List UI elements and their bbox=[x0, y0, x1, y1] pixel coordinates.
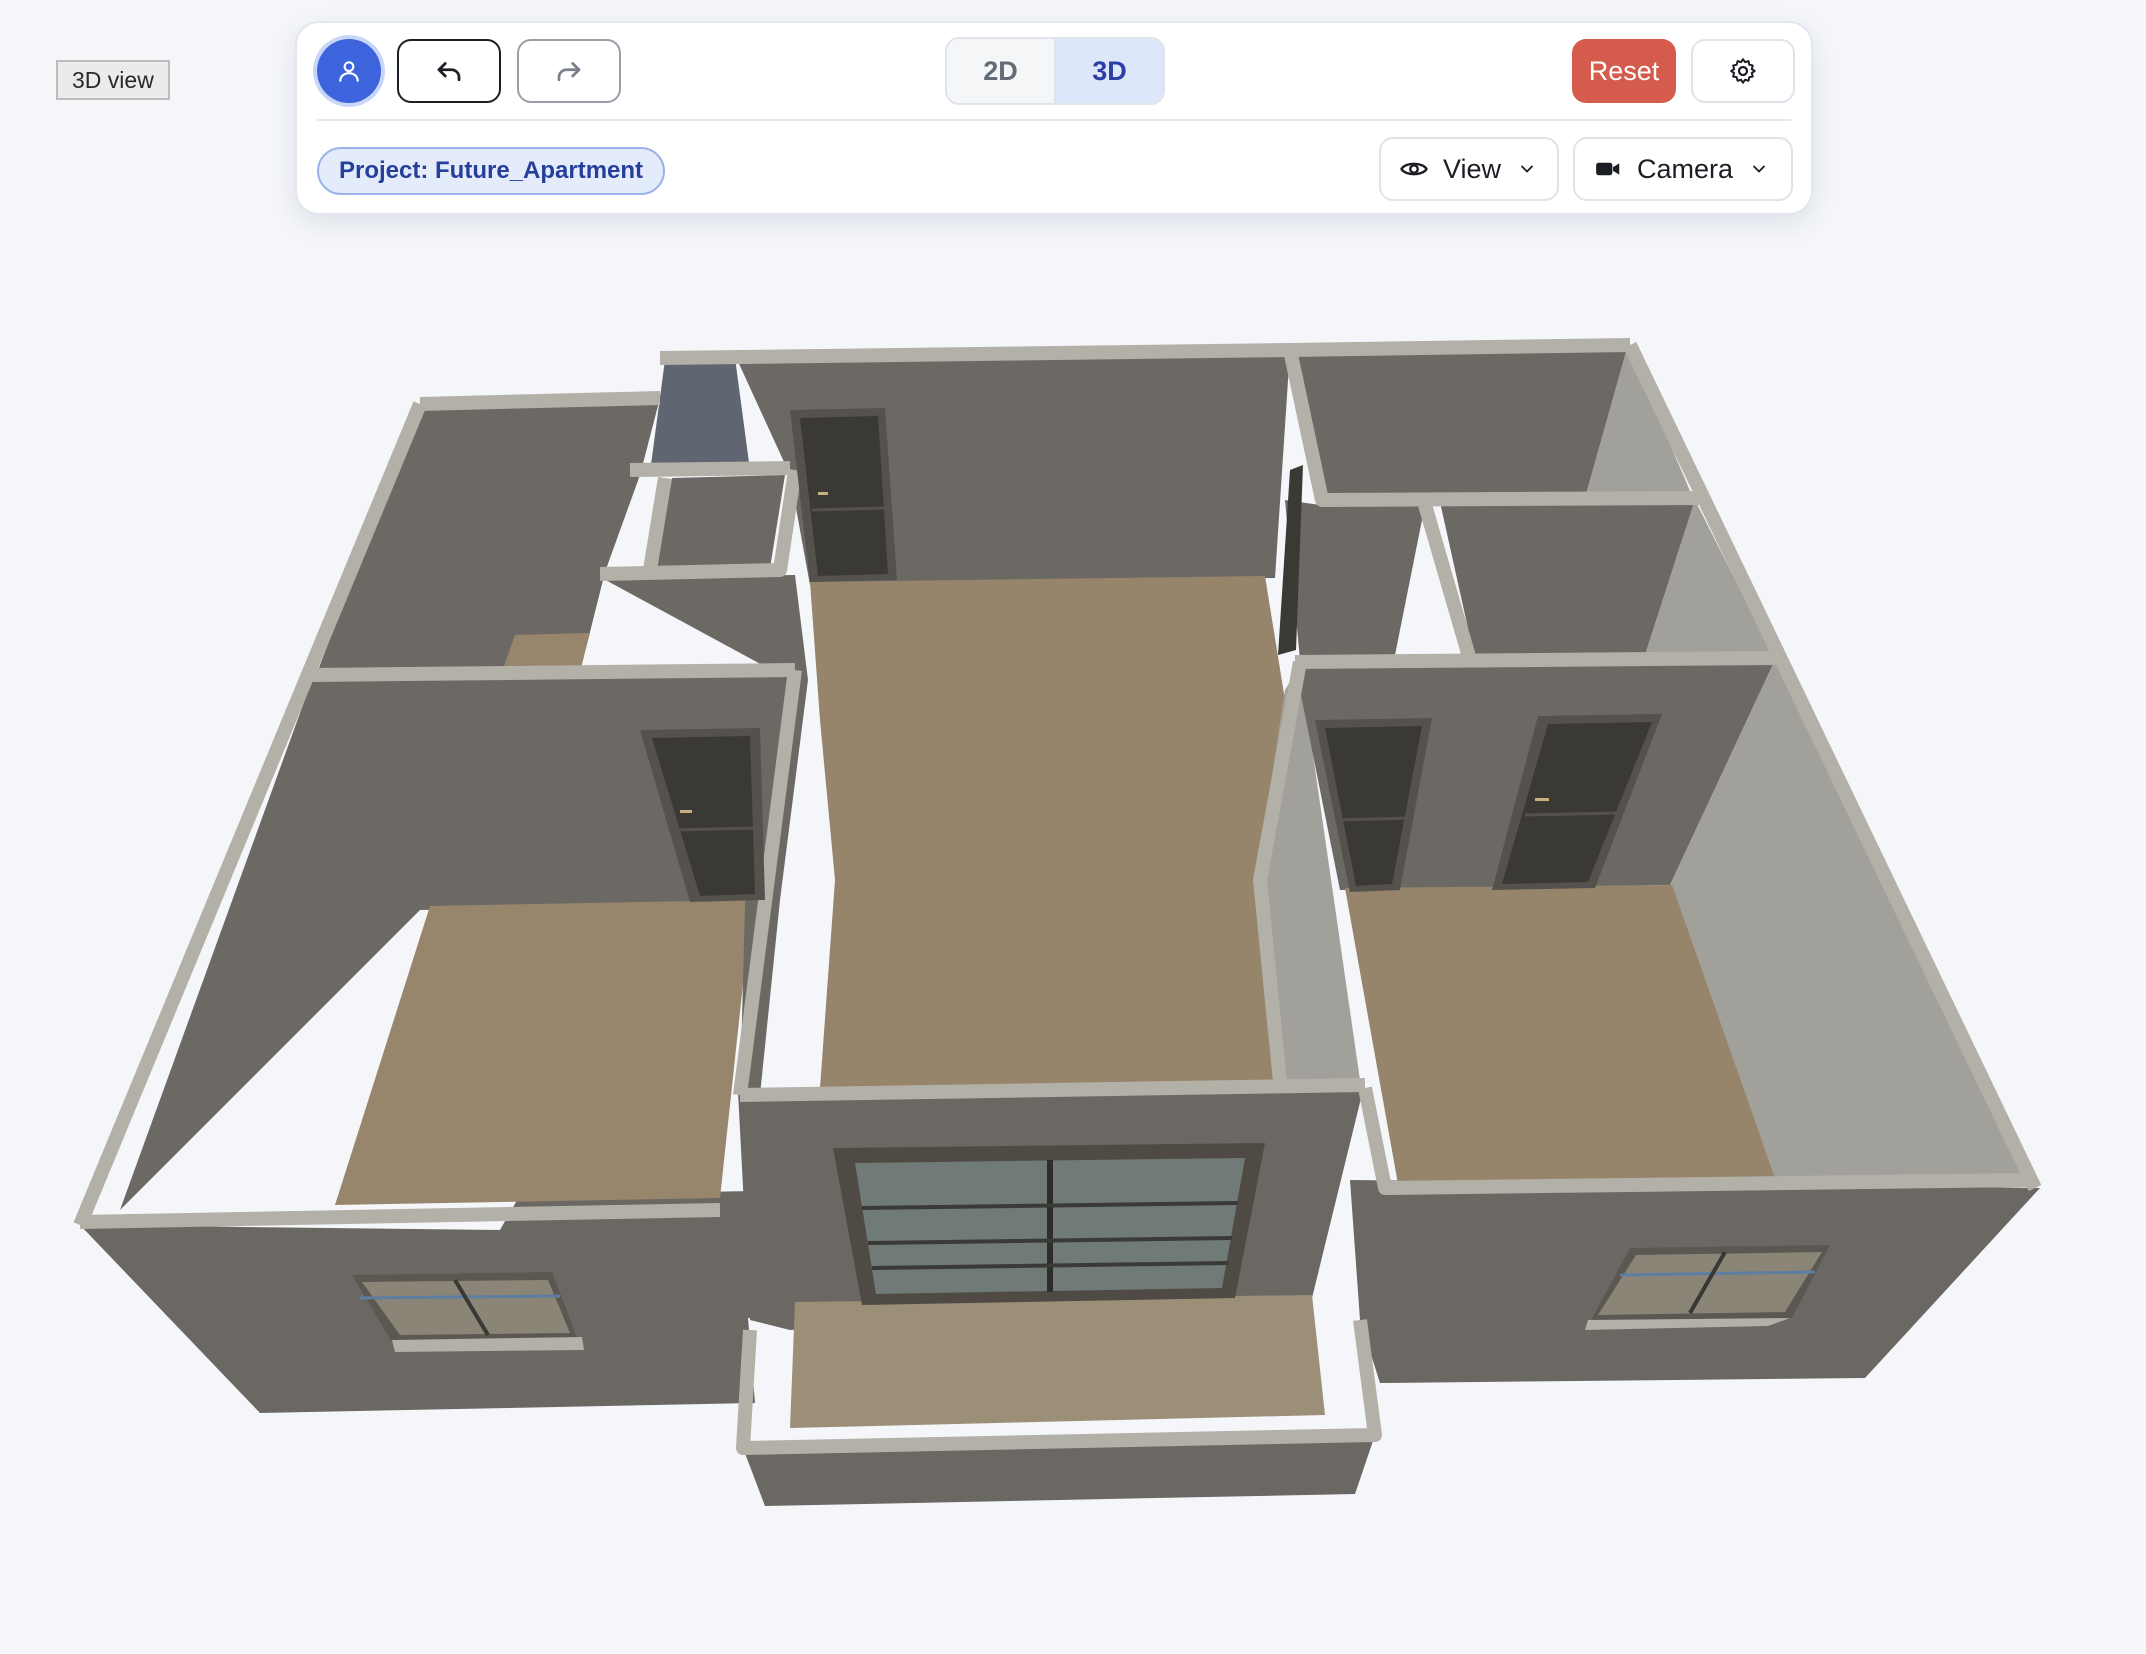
view-dropdown-label: View bbox=[1443, 153, 1502, 184]
patio-sliding-window bbox=[833, 1143, 1265, 1305]
top-toolbar: 2D 3D Reset Project: Future_Apartment Vi… bbox=[295, 21, 1813, 215]
view-dropdown[interactable]: View bbox=[1379, 137, 1559, 201]
chevron-down-icon bbox=[1749, 159, 1769, 179]
user-avatar-button[interactable] bbox=[317, 39, 381, 103]
stair-alcove bbox=[650, 358, 750, 472]
undo-arrow-icon bbox=[437, 62, 461, 82]
redo-button[interactable] bbox=[517, 39, 621, 103]
viewport-label: 3D view bbox=[56, 60, 170, 100]
left-room-floor bbox=[335, 900, 752, 1205]
redo-arrow-icon bbox=[557, 62, 581, 82]
eye-icon bbox=[1399, 154, 1429, 184]
mode-3d-button[interactable]: 3D bbox=[1056, 39, 1163, 103]
alcove-wall bbox=[655, 475, 785, 572]
chevron-down-icon bbox=[1517, 159, 1537, 179]
undo-button[interactable] bbox=[397, 39, 501, 103]
user-icon bbox=[339, 61, 359, 82]
living-room-floor bbox=[810, 576, 1285, 1088]
balcony-floor bbox=[790, 1295, 1325, 1428]
gear-icon bbox=[1730, 58, 1756, 84]
hallway-wall bbox=[1285, 500, 1425, 660]
project-name-badge[interactable]: Project: Future_Apartment bbox=[317, 147, 666, 195]
mode-2d-button[interactable]: 2D bbox=[947, 39, 1056, 103]
camera-dropdown-label: Camera bbox=[1637, 153, 1734, 184]
view-mode-toggle: 2D 3D bbox=[945, 37, 1165, 105]
top-right-room-back-wall bbox=[1296, 345, 1628, 500]
reset-button[interactable]: Reset bbox=[1572, 39, 1676, 103]
app-root: 3D view 2D 3D Reset Project: Future_Apar… bbox=[0, 0, 2146, 1654]
floorplan-3d-viewport[interactable] bbox=[0, 0, 2146, 1654]
settings-button[interactable] bbox=[1691, 39, 1795, 103]
video-camera-icon bbox=[1593, 154, 1623, 184]
camera-dropdown[interactable]: Camera bbox=[1573, 137, 1793, 201]
toolbar-divider bbox=[317, 119, 1791, 121]
